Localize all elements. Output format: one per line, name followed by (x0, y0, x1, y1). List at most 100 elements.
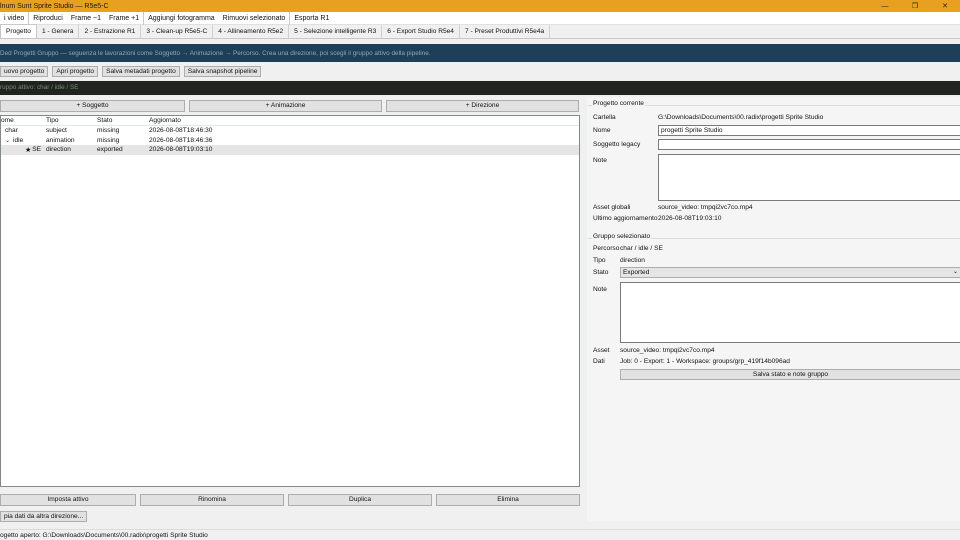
project-toolbar: uovo progetto Apri progetto Salva metada… (0, 64, 960, 79)
tree-cell-updated: 2026-08-08T18:46:30 (149, 127, 213, 135)
tree-name-text: idle (13, 136, 24, 144)
delete-button[interactable]: Elimina (436, 494, 580, 506)
tab-cleanup[interactable]: 3 - Clean-up R5e5-C (141, 25, 214, 38)
save-group-button[interactable]: Salva stato e note gruppo (620, 369, 960, 380)
tab-smart-selection[interactable]: 5 - Selezione intelligente R3 (289, 25, 383, 38)
menu-item-frame-prev[interactable]: Frame −1 (67, 12, 105, 25)
save-snapshot-button[interactable]: Salva snapshot pipeline (183, 66, 262, 77)
add-animation-button[interactable]: + Animazione (189, 100, 382, 112)
path-value: char / idle / SE (620, 245, 663, 252)
last-update-value: 2026-08-08T19:03:10 (658, 215, 722, 222)
tab-presets[interactable]: 7 - Preset Produttivi R5e4a (459, 25, 551, 38)
project-notes-field[interactable] (658, 154, 960, 201)
state-select-value: Exported (623, 269, 650, 276)
details-panel: Progetto corrente Cartella G:\Downloads\… (587, 97, 960, 521)
save-metadata-button[interactable]: Salva metadati progetto (102, 66, 180, 77)
tree-row[interactable]: ⌄ idle animation missing 2026-08-08T18:46… (1, 136, 579, 146)
tree-cell-state: missing (97, 136, 120, 144)
chevron-down-icon[interactable]: ⌄ (5, 137, 13, 144)
menu-bar: i video Riproduci Frame −1 Frame +1 Aggi… (0, 11, 960, 25)
copy-from-direction-button[interactable]: pia dati da altra direzione... (0, 511, 88, 522)
current-project-title: Progetto corrente (592, 100, 645, 107)
status-bar: ogetto aperto: G:\Downloads\Documents\00… (0, 529, 960, 540)
info-banner: Ded Progetti Gruppo — seguenza le lavora… (0, 44, 960, 62)
menu-item-export[interactable]: Esporta R1 (289, 11, 333, 25)
duplicate-button[interactable]: Duplica (288, 494, 432, 506)
project-notes-label: Note (593, 157, 607, 164)
tab-generate[interactable]: 1 - Genera (36, 25, 80, 38)
name-label: Nome (593, 127, 611, 134)
data-value: Job: 0 - Export: 1 - Workspace: groups/g… (620, 358, 790, 365)
legacy-subject-label: Soggetto legacy (593, 141, 641, 148)
menu-item-play[interactable]: Riproduci (28, 11, 67, 25)
global-assets-label: Asset globali (593, 204, 631, 211)
tree-row[interactable]: char subject missing 2026-08-08T18:46:30 (1, 126, 579, 136)
active-star-icon: ★ (25, 146, 32, 154)
folder-label: Cartella (593, 114, 616, 121)
tree-cell-type: subject (46, 127, 67, 135)
restore-icon[interactable]: ❐ (900, 0, 930, 12)
tab-bar: Progetto 1 - Genera 2 - Estrazione R1 3 … (0, 24, 960, 39)
column-state[interactable]: Stato (97, 117, 149, 124)
tree-cell-state: exported (97, 146, 123, 154)
open-project-button[interactable]: Apri progetto (52, 66, 99, 77)
tab-project[interactable]: Progetto (0, 24, 37, 38)
tree-cell-state: missing (97, 127, 120, 135)
menu-item-remove-selected[interactable]: Rimuovi selezionato (219, 12, 290, 25)
title-bar: lnum Sunt Sprite Studio — R5e5-C — ❐ ✕ (0, 0, 960, 12)
group-actions-row: Imposta attivo Rinomina Duplica Elimina (0, 494, 584, 506)
tree-cell-type: direction (46, 146, 71, 154)
column-updated[interactable]: Aggiornato (149, 117, 299, 124)
asset-value: source_video: tmpqi2vc7co.mp4 (620, 347, 715, 354)
active-group-bar: ruppo attivo: char / idle / SE (0, 81, 960, 95)
global-assets-value: source_video: tmpqi2vc7co.mp4 (658, 204, 753, 211)
last-update-label: Ultimo aggiornamento (593, 215, 658, 222)
tab-extraction[interactable]: 2 - Estrazione R1 (79, 25, 142, 38)
close-icon[interactable]: ✕ (930, 0, 960, 12)
tree-cell-type: animation (46, 136, 75, 144)
tree-row-selected[interactable]: ★ SE direction exported 2026-08-08T19:03:… (1, 145, 579, 155)
tree-cell-name: ★ SE (1, 146, 46, 154)
type-value: direction (620, 257, 645, 264)
rename-button[interactable]: Rinomina (140, 494, 284, 506)
tree-name-text: char (5, 127, 18, 135)
column-type[interactable]: Tipo (46, 117, 97, 124)
tree-cell-name: char (1, 127, 46, 134)
menu-item-add-frame[interactable]: Aggiungi fotogramma (143, 11, 219, 25)
selected-group-panel: Gruppo selezionato Percorso char / idle … (588, 233, 960, 386)
set-active-button[interactable]: Imposta attivo (0, 494, 136, 506)
window-title: lnum Sunt Sprite Studio — R5e5-C (0, 2, 109, 10)
group-notes-label: Note (593, 286, 607, 293)
path-label: Percorso (593, 245, 620, 252)
menu-item-video[interactable]: i video (0, 12, 28, 25)
type-label: Tipo (593, 257, 606, 264)
tab-export-studio[interactable]: 6 - Export Studio R5e4 (382, 25, 460, 38)
chevron-down-icon: ⌄ (952, 269, 958, 275)
minimize-icon[interactable]: — (870, 0, 900, 12)
tree-cell-name: ⌄ idle (1, 137, 46, 144)
tree-header: ome Tipo Stato Aggiornato (1, 116, 579, 126)
tree-name-text: SE (32, 146, 42, 154)
tree-cell-updated: 2026-08-08T18:46:36 (149, 136, 213, 144)
window-controls: — ❐ ✕ (870, 0, 960, 12)
state-label: Stato (593, 269, 609, 276)
current-project-group: Progetto corrente Cartella G:\Downloads\… (588, 100, 960, 222)
add-buttons-row: + Soggetto + Animazione + Direzione (0, 100, 584, 112)
group-notes-field[interactable] (620, 282, 960, 343)
new-project-button[interactable]: uovo progetto (0, 66, 49, 77)
project-name-field[interactable]: progetti Sprite Studio (658, 125, 960, 136)
selected-group-title: Gruppo selezionato (592, 233, 652, 240)
folder-value: G:\Downloads\Documents\00.radix\progetti… (658, 114, 824, 121)
column-name[interactable]: ome (1, 117, 46, 124)
tab-alignment[interactable]: 4 - Allineamento R5e2 (213, 25, 290, 38)
state-select[interactable]: Exported ⌄ (620, 267, 960, 278)
add-subject-button[interactable]: + Soggetto (0, 100, 185, 112)
menu-item-frame-next[interactable]: Frame +1 (105, 12, 143, 25)
asset-label: Asset (593, 347, 610, 354)
tree-cell-updated: 2026-08-08T19:03:10 (149, 146, 213, 154)
group-tree-panel: + Soggetto + Animazione + Direzione ome … (0, 97, 584, 522)
add-direction-button[interactable]: + Direzione (386, 100, 579, 112)
legacy-subject-field[interactable] (658, 139, 960, 150)
group-tree[interactable]: ome Tipo Stato Aggiornato char subject m… (0, 115, 580, 487)
data-label: Dati (593, 358, 605, 365)
